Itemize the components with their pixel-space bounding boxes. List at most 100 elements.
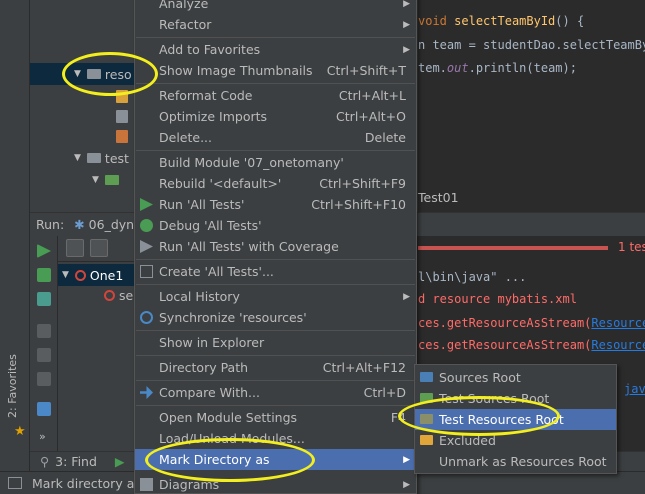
test-folder-icon xyxy=(104,175,119,185)
test-item-child[interactable]: se xyxy=(58,284,138,306)
menu-item-show-image-thumbnails[interactable]: Show Image Thumbnails Ctrl+Shift+T xyxy=(135,60,416,81)
menu-separator xyxy=(136,83,415,84)
tree-item-test[interactable]: ▼ test xyxy=(74,147,129,169)
export-icon[interactable] xyxy=(37,372,51,386)
menu-item-shortcut: Delete xyxy=(364,130,406,145)
console-link[interactable]: Resources xyxy=(591,316,645,330)
menu-item-shortcut: Ctrl+D xyxy=(363,385,406,400)
menu-item-shortcut: Ctrl+Shift+T xyxy=(326,63,406,78)
menu-item-delete[interactable]: Delete... Delete xyxy=(135,127,416,148)
menu-item-run-with-coverage[interactable]: Run 'All Tests' with Coverage xyxy=(135,236,416,257)
expand-triangle-icon[interactable]: ▼ xyxy=(74,153,81,163)
window-icon[interactable] xyxy=(8,477,22,489)
menu-item-reformat-code[interactable]: Reformat Code Ctrl+Alt+L xyxy=(135,85,416,106)
more-icon[interactable]: » xyxy=(39,430,46,443)
menu-separator xyxy=(136,355,415,356)
test-results-tree: ▼ One1 se xyxy=(58,236,138,451)
menu-item-open-module-settings[interactable]: Open Module Settings F4 xyxy=(135,407,416,428)
run-tab-title[interactable]: Test01 xyxy=(418,190,459,205)
debug-icon xyxy=(140,219,153,232)
submenu-item-sources-root[interactable]: Sources Root xyxy=(415,367,616,388)
menu-item-run-all-tests[interactable]: Run 'All Tests' Ctrl+Shift+F10 xyxy=(135,194,416,215)
layout-icon[interactable] xyxy=(37,348,51,362)
failed-test-icon xyxy=(104,289,115,301)
menu-item-build-module[interactable]: Build Module '07_onetomany' xyxy=(135,152,416,173)
menu-item-synchronize[interactable]: Synchronize 'resources' xyxy=(135,307,416,328)
menu-separator xyxy=(136,37,415,38)
menu-item-compare-with[interactable]: Compare With... Ctrl+D xyxy=(135,382,416,403)
code-keyword: void xyxy=(418,14,447,28)
menu-item-refactor[interactable]: Refactor ▶ xyxy=(135,14,416,35)
excluded-folder-icon xyxy=(420,435,433,445)
menu-item-local-history[interactable]: Local History ▶ xyxy=(135,286,416,307)
compare-icon xyxy=(140,386,153,399)
rerun-icon[interactable] xyxy=(37,244,51,258)
console-line: d resource mybatis.xml xyxy=(418,292,577,306)
find-tab[interactable]: 3: Find xyxy=(55,454,97,469)
run-label: Run: xyxy=(36,217,65,232)
test-tree-toolbar xyxy=(58,236,138,262)
menu-item-add-to-favorites[interactable]: Add to Favorites ▶ xyxy=(135,39,416,60)
test-item-root[interactable]: ▼ One1 xyxy=(58,264,138,286)
console-error-text: ces.getResourceAsStream( xyxy=(418,316,592,330)
menu-item-label: Compare With... xyxy=(159,385,260,400)
xml-file-icon[interactable] xyxy=(116,130,128,143)
settings-icon[interactable] xyxy=(37,402,51,416)
submenu-arrow-icon: ▶ xyxy=(403,291,410,302)
sources-root-folder-icon xyxy=(420,372,433,382)
show-ignored-icon[interactable] xyxy=(90,239,108,257)
console-line: ces.getResourceAsStream(Resources xyxy=(418,316,645,330)
submenu-item-label: Unmark as Resources Root xyxy=(439,454,607,469)
expand-triangle-icon[interactable]: ▼ xyxy=(62,270,69,280)
console-link[interactable]: java xyxy=(624,382,645,396)
rerun-failed-icon[interactable] xyxy=(37,268,51,282)
code-editor[interactable]: void selectTeamById() { n team = student… xyxy=(418,0,645,212)
test-item-child-label: se xyxy=(119,287,134,303)
gear-icon[interactable]: ✱ xyxy=(74,217,84,232)
favorites-tab[interactable]: 2: Favorites xyxy=(6,318,24,418)
status-text: Mark directory a xyxy=(32,475,135,491)
menu-separator xyxy=(136,330,415,331)
menu-separator xyxy=(136,259,415,260)
menu-item-label: Optimize Imports xyxy=(159,109,268,124)
menu-item-label: Add to Favorites xyxy=(159,42,261,57)
menu-item-shortcut: Ctrl+Alt+L xyxy=(338,88,406,103)
submenu-item-unmark[interactable]: Unmark as Resources Root xyxy=(415,451,616,472)
menu-item-label: Rebuild '<default>' xyxy=(159,176,282,191)
menu-item-optimize-imports[interactable]: Optimize Imports Ctrl+Alt+O xyxy=(135,106,416,127)
console-line: l\bin\java" ... xyxy=(418,270,527,284)
toggle-auto-test-icon[interactable] xyxy=(37,292,51,306)
tree-item-java[interactable]: ▼ xyxy=(92,169,123,191)
menu-item-debug-all-tests[interactable]: Debug 'All Tests' xyxy=(135,215,416,236)
menu-item-label: Debug 'All Tests' xyxy=(159,218,262,233)
annotation-ellipse xyxy=(145,438,315,482)
menu-item-show-in-explorer[interactable]: Show in Explorer xyxy=(135,332,416,353)
annotation-ellipse xyxy=(398,396,560,436)
menu-separator xyxy=(136,380,415,381)
stop-icon[interactable] xyxy=(37,324,51,338)
menu-item-label: Show in Explorer xyxy=(159,335,265,350)
favorites-star-icon: ★ xyxy=(14,424,26,439)
folder-icon xyxy=(86,153,101,163)
submenu-arrow-icon: ▶ xyxy=(403,454,410,465)
menu-item-create-all-tests[interactable]: Create 'All Tests'... xyxy=(135,261,416,282)
menu-separator xyxy=(136,284,415,285)
menu-item-rebuild[interactable]: Rebuild '<default>' Ctrl+Shift+F9 xyxy=(135,173,416,194)
run-config-name[interactable]: 06_dyn xyxy=(89,217,134,232)
submenu-arrow-icon: ▶ xyxy=(403,44,410,55)
menu-item-label: Delete... xyxy=(159,130,212,145)
show-passed-icon[interactable] xyxy=(66,239,84,257)
menu-item-analyze[interactable]: Analyze ▶ xyxy=(135,0,416,14)
file-icon[interactable] xyxy=(116,110,128,123)
test-item-root-label: One1 xyxy=(89,267,124,283)
search-icon: ⚲ xyxy=(40,454,50,469)
menu-item-directory-path[interactable]: Directory Path Ctrl+Alt+F12 xyxy=(135,357,416,378)
code-line: void selectTeamById() { xyxy=(418,14,584,28)
submenu-arrow-icon: ▶ xyxy=(403,0,410,9)
failed-test-icon xyxy=(74,269,86,281)
expand-triangle-icon[interactable]: ▼ xyxy=(92,175,99,185)
menu-item-label: Open Module Settings xyxy=(159,410,298,425)
left-tool-strip: 2: Favorites ★ xyxy=(0,0,30,494)
console-link[interactable]: Resources xyxy=(591,338,645,352)
run-tab-icon[interactable]: ▶ xyxy=(115,454,125,469)
